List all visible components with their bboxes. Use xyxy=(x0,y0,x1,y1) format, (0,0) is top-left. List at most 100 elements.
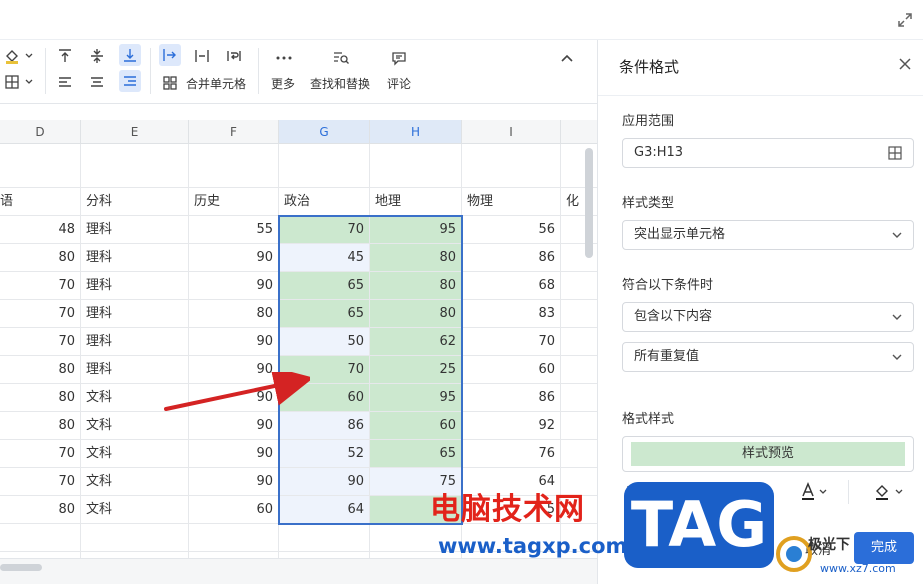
table-cell[interactable]: 86 xyxy=(462,244,561,272)
table-cell[interactable]: 文科 xyxy=(81,440,189,468)
cell[interactable] xyxy=(279,144,370,188)
close-icon[interactable] xyxy=(897,56,913,72)
table-cell[interactable]: 文科 xyxy=(81,412,189,440)
table-cell[interactable]: 90 xyxy=(189,440,279,468)
table-cell[interactable]: 80 xyxy=(370,244,462,272)
align-right-button[interactable] xyxy=(119,70,141,92)
table-cell[interactable]: 80 xyxy=(0,244,81,272)
table-cell[interactable]: 90 xyxy=(189,412,279,440)
find-replace-icon[interactable] xyxy=(331,48,351,68)
expand-icon[interactable] xyxy=(897,12,913,28)
collapse-toolbar-icon[interactable] xyxy=(557,48,577,68)
table-cell[interactable]: 83 xyxy=(462,300,561,328)
table-cell[interactable]: 70 xyxy=(0,440,81,468)
table-cell[interactable]: 文科 xyxy=(81,384,189,412)
overflow-button[interactable] xyxy=(159,44,181,66)
table-cell[interactable]: 92 xyxy=(462,412,561,440)
table-cell[interactable]: 90 xyxy=(189,272,279,300)
table-cell[interactable]: 90 xyxy=(189,356,279,384)
table-cell[interactable]: 90 xyxy=(189,328,279,356)
column-header[interactable]: I xyxy=(462,120,561,144)
condition-sub-select[interactable]: 所有重复值 xyxy=(622,342,914,372)
align-bottom-button[interactable] xyxy=(119,44,141,66)
cell[interactable] xyxy=(81,144,189,188)
table-cell[interactable]: 76 xyxy=(462,440,561,468)
table-cell[interactable]: 70 xyxy=(279,216,370,244)
table-cell[interactable]: 90 xyxy=(279,468,370,496)
table-cell[interactable] xyxy=(561,328,597,356)
table-cell[interactable]: 65 xyxy=(279,272,370,300)
cell[interactable] xyxy=(462,144,561,188)
table-cell[interactable]: 理科 xyxy=(81,216,189,244)
table-cell[interactable]: 80 xyxy=(370,272,462,300)
table-cell[interactable] xyxy=(561,412,597,440)
fill-color-button[interactable] xyxy=(874,480,908,504)
table-cell[interactable] xyxy=(561,356,597,384)
table-cell[interactable]: 70 xyxy=(0,328,81,356)
table-cell[interactable]: 70 xyxy=(462,328,561,356)
table-cell[interactable]: 95 xyxy=(370,216,462,244)
wrap-button[interactable] xyxy=(224,46,244,66)
header-cell[interactable]: 物理 xyxy=(462,188,561,216)
table-cell[interactable]: 70 xyxy=(0,272,81,300)
table-cell[interactable] xyxy=(81,524,189,552)
truncate-button[interactable] xyxy=(192,46,212,66)
done-button[interactable]: 完成 xyxy=(854,532,914,564)
table-cell[interactable]: 86 xyxy=(279,412,370,440)
column-header[interactable]: F xyxy=(189,120,279,144)
table-cell[interactable]: 25 xyxy=(370,356,462,384)
table-cell[interactable]: 90 xyxy=(189,384,279,412)
find-replace-button[interactable]: 查找和替换 xyxy=(310,75,370,92)
table-cell[interactable] xyxy=(279,524,370,552)
condition-select[interactable]: 包含以下内容 xyxy=(622,302,914,332)
align-center-button[interactable] xyxy=(87,72,107,92)
comment-button[interactable]: 评论 xyxy=(387,75,411,92)
table-cell[interactable]: 70 xyxy=(279,356,370,384)
table-cell[interactable]: 55 xyxy=(189,216,279,244)
table-cell[interactable]: 45 xyxy=(279,244,370,272)
table-cell[interactable]: 60 xyxy=(462,356,561,384)
table-cell[interactable]: 68 xyxy=(462,272,561,300)
align-left-button[interactable] xyxy=(55,72,75,92)
table-cell[interactable]: 60 xyxy=(279,384,370,412)
border-button[interactable] xyxy=(2,72,36,92)
table-cell[interactable]: 80 xyxy=(189,300,279,328)
column-header[interactable]: E xyxy=(81,120,189,144)
merge-cells-icon[interactable] xyxy=(160,73,180,93)
table-cell[interactable]: 理科 xyxy=(81,328,189,356)
header-cell[interactable]: 政治 xyxy=(279,188,370,216)
header-cell[interactable]: 历史 xyxy=(189,188,279,216)
style-type-select[interactable]: 突出显示单元格 xyxy=(622,220,914,250)
fill-color-button[interactable] xyxy=(2,46,36,66)
table-cell[interactable]: 90 xyxy=(189,468,279,496)
table-cell[interactable] xyxy=(561,384,597,412)
select-range-icon[interactable] xyxy=(887,145,903,161)
table-cell[interactable]: 62 xyxy=(370,328,462,356)
table-cell[interactable] xyxy=(189,524,279,552)
merge-cells-button[interactable]: 合并单元格 xyxy=(186,75,246,92)
cell[interactable] xyxy=(0,144,81,188)
table-cell[interactable] xyxy=(561,300,597,328)
table-cell[interactable]: 理科 xyxy=(81,300,189,328)
column-header[interactable] xyxy=(561,120,597,144)
comment-icon[interactable] xyxy=(389,48,409,68)
more-icon[interactable] xyxy=(274,48,294,68)
table-cell[interactable] xyxy=(561,272,597,300)
table-cell[interactable]: 60 xyxy=(189,496,279,524)
more-button[interactable]: 更多 xyxy=(271,75,295,92)
vertical-scrollbar[interactable] xyxy=(585,148,593,258)
column-header[interactable]: D xyxy=(0,120,81,144)
column-header[interactable]: G xyxy=(279,120,370,144)
table-cell[interactable]: 95 xyxy=(370,384,462,412)
align-top-button[interactable] xyxy=(55,46,75,66)
header-cell[interactable]: 分科 xyxy=(81,188,189,216)
cell[interactable] xyxy=(189,144,279,188)
horizontal-scroll-thumb[interactable] xyxy=(0,564,42,571)
table-cell[interactable]: 80 xyxy=(0,384,81,412)
table-cell[interactable]: 理科 xyxy=(81,244,189,272)
table-cell[interactable]: 70 xyxy=(0,468,81,496)
table-cell[interactable]: 80 xyxy=(370,300,462,328)
table-cell[interactable]: 60 xyxy=(370,412,462,440)
table-cell[interactable]: 56 xyxy=(462,216,561,244)
table-cell[interactable]: 80 xyxy=(0,412,81,440)
